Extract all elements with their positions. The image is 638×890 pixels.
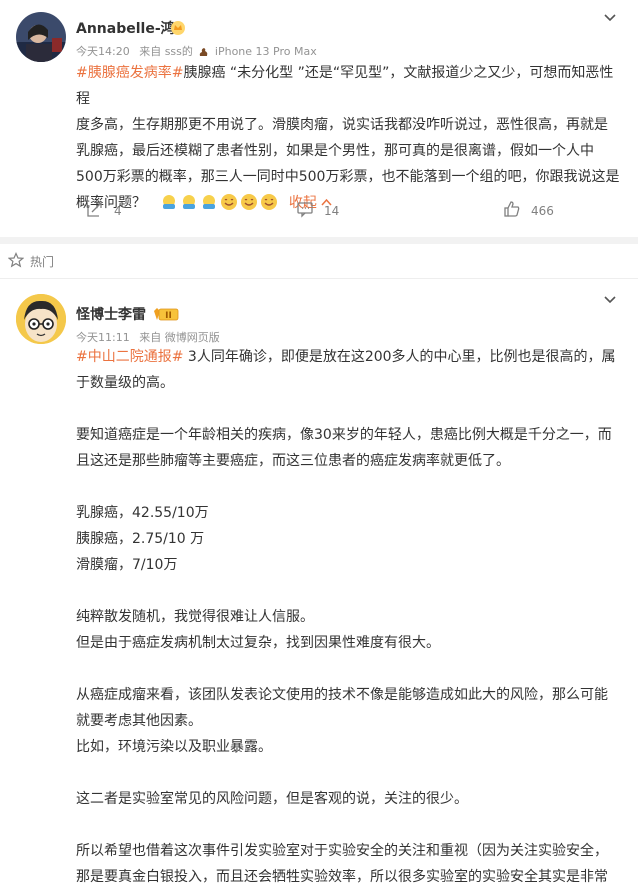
post-body: #胰腺癌发病率#胰腺癌 “未分化型 ”还是“罕见型”，文献报道少之又少，可想而知… bbox=[76, 60, 624, 220]
post-line: 所以希望也借着这次事件引发实验室对于实验安全的关注和重视（因为关注实验安全， bbox=[76, 843, 608, 859]
hashtag-link[interactable]: #中山二院通报# bbox=[76, 349, 183, 365]
post-line: 且这还是那些肺瘤等主要癌症，而这三位患者的癌症发病率就更低了。 bbox=[76, 453, 510, 469]
hot-divider bbox=[0, 278, 638, 279]
post-source: 来自 sss的 bbox=[139, 45, 193, 58]
hashtag-link[interactable]: #胰腺癌发病率# bbox=[76, 65, 183, 81]
post-line: 这二者是实验室常见的风险问题，但是客观的说，关注的很少。 bbox=[76, 791, 468, 807]
post-line: 500万彩票的概率，那三人一同时中500万彩票，也不能落到一个组的吧，你跟我说这… bbox=[76, 169, 620, 185]
comment-button[interactable]: 14 bbox=[296, 200, 339, 221]
poop-icon bbox=[198, 46, 209, 60]
post-body: #中山二院通报# 3人同年确诊，即便是放在这200多人的中心里，比例也是很高的，… bbox=[76, 344, 624, 890]
crown-badge-icon bbox=[170, 20, 186, 40]
hot-section-header: 热门 bbox=[7, 252, 55, 271]
post-source: 来自 微博网页版 bbox=[139, 331, 220, 344]
post-line: 那是要真金白银投入，而且还会牺牲实验效率，所以很多实验室的实验安全其实是非常 bbox=[76, 869, 608, 885]
post-meta: 今天11:11 来自 微博网页版 bbox=[76, 329, 220, 345]
like-count: 466 bbox=[531, 203, 554, 218]
repost-icon bbox=[86, 200, 104, 221]
post-line: 纯粹散发随机，我觉得很难让人信服。 bbox=[76, 609, 314, 625]
avatar[interactable] bbox=[16, 12, 66, 62]
like-button[interactable]: 466 bbox=[503, 200, 554, 221]
star-icon bbox=[7, 252, 25, 271]
post-time[interactable]: 今天11:11 bbox=[76, 331, 130, 344]
post-meta: 今天14:20 来自 sss的 iPhone 13 Pro Max bbox=[76, 43, 317, 60]
post-actions: 4 14 466 bbox=[0, 200, 638, 220]
avatar[interactable] bbox=[16, 294, 66, 344]
post-line: #胰腺癌发病率#胰腺癌 “未分化型 ”还是“罕见型”，文献报道少之又少，可想而知… bbox=[76, 60, 624, 112]
post-line: 胰腺癌，2.75/10 万 bbox=[76, 531, 205, 547]
post-time[interactable]: 今天14:20 bbox=[76, 45, 130, 58]
post-text: 3人同年确诊，即便是放在这200多人的中心里，比例也是很高的，属 bbox=[183, 349, 616, 365]
post-line: 比如，环境污染以及职业暴露。 bbox=[76, 739, 272, 755]
repost-button[interactable]: 4 bbox=[86, 200, 122, 221]
comment-icon bbox=[296, 200, 314, 221]
hot-label: 热门 bbox=[30, 255, 55, 269]
post-line: 乳腺癌，最后还模糊了患者性别，如果是个男性，那可真的是很离谱，假如一个人中 bbox=[76, 143, 594, 159]
comment-count: 14 bbox=[324, 203, 340, 218]
username[interactable]: Annabelle-鸿 bbox=[76, 18, 175, 38]
level-badge-text: II bbox=[165, 311, 172, 321]
post-line: 要知道癌症是一个年龄相关的疾病，像30来岁的年轻人，患癌比例大概是千分之一，而 bbox=[76, 427, 612, 443]
repost-count: 4 bbox=[114, 203, 122, 218]
post-line: 于数量级的高。 bbox=[76, 375, 174, 391]
post-line: 度多高，生存期那更不用说了。滑膜肉瘤，说实话我都没咋听说过，恶性很高，再就是 bbox=[76, 117, 608, 133]
post-device: iPhone 13 Pro Max bbox=[214, 45, 317, 58]
username[interactable]: 怪博士李雷 bbox=[76, 304, 146, 324]
post-line: #中山二院通报# 3人同年确诊，即便是放在这200多人的中心里，比例也是很高的，… bbox=[76, 344, 624, 370]
post-line: 乳腺癌，42.55/10万 bbox=[76, 505, 209, 521]
post-line: 就要考虑其他因素。 bbox=[76, 713, 202, 729]
section-divider bbox=[0, 237, 638, 244]
chevron-down-icon[interactable] bbox=[603, 10, 617, 24]
level-badge: II bbox=[153, 306, 179, 325]
thumbs-up-icon bbox=[503, 200, 521, 221]
post-line: 但是由于癌症发病机制太过复杂，找到因果性难度有很大。 bbox=[76, 635, 440, 651]
post-line: 从癌症成瘤来看，该团队发表论文使用的技术不像是能够造成如此大的风险，那么可能 bbox=[76, 687, 608, 703]
chevron-down-icon[interactable] bbox=[603, 292, 617, 306]
post-line: 滑膜瘤，7/10万 bbox=[76, 557, 178, 573]
